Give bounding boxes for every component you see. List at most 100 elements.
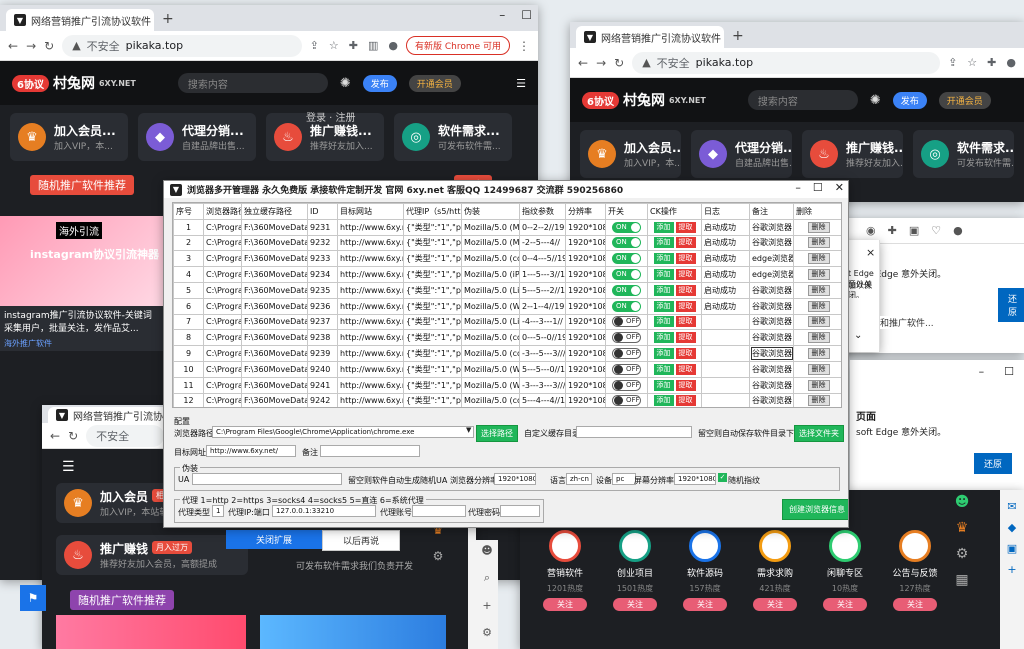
cell-ua[interactable]: Mozilla/5.0 (Linu <box>461 313 520 331</box>
follow-button[interactable]: 关注 <box>753 598 797 611</box>
extensions-icon[interactable]: ✚ <box>349 39 358 52</box>
table-row[interactable]: 10C:\ProgramF:\360MoveData9240http://www… <box>173 360 841 378</box>
cell-site[interactable]: http://www.6xy.ne <box>337 281 404 299</box>
cell-fp[interactable]: 5---4---4//1 <box>519 392 566 407</box>
category-card[interactable]: 创业项目 1501热度 关注 <box>606 530 664 611</box>
cell-res[interactable]: 1920*1080 <box>565 234 606 252</box>
cell-fp[interactable]: 0--2--2//19 <box>519 218 566 236</box>
cell-cache[interactable]: F:\360MoveData <box>241 234 308 252</box>
cell-cache[interactable]: F:\360MoveData <box>241 313 308 331</box>
cell-ua[interactable]: Mozilla/5.0 (con <box>461 392 520 407</box>
table-row[interactable]: 12C:\ProgramF:\360MoveData9242http://www… <box>173 392 841 407</box>
extract-cookie-button[interactable]: 提取 <box>675 332 696 344</box>
cell-id[interactable]: 9240 <box>307 360 338 378</box>
cell-id[interactable]: 9231 <box>307 218 338 236</box>
extract-cookie-button[interactable]: 提取 <box>675 316 696 328</box>
extensions-icon[interactable]: ✚ <box>987 56 996 69</box>
cell-cache[interactable]: F:\360MoveData <box>241 360 308 378</box>
cell-path[interactable]: C:\Program <box>203 345 242 362</box>
cell-site[interactable]: http://www.6xy.ne <box>337 392 404 407</box>
cell-fp[interactable]: 5---5---0//1 <box>519 360 566 378</box>
power-toggle[interactable]: ON <box>612 253 641 265</box>
cell-path[interactable]: C:\Program <box>203 376 242 394</box>
cell-site[interactable]: http://www.6xy.ne <box>337 360 404 378</box>
login-link[interactable]: 登录 · 注册 <box>306 109 356 124</box>
cell-proxy[interactable]: {"类型":"1","prox <box>403 234 462 252</box>
cell-id[interactable]: 9239 <box>307 345 338 362</box>
cell-note[interactable]: 谷歌浏览器 <box>749 234 794 252</box>
power-toggle[interactable]: OFF <box>612 395 641 407</box>
card-join-vip[interactable]: ♛ 加入会员... 加入VIP，本... <box>580 130 681 178</box>
header-menu-icon[interactable]: ☰ <box>516 77 526 90</box>
sidebar-icon[interactable]: ✉ <box>1007 500 1016 513</box>
add-cookie-button[interactable]: 添加 <box>653 316 674 328</box>
cell-note[interactable]: edge浏览器 <box>749 266 794 283</box>
cell-site[interactable]: http://www.6xy.ne <box>337 329 404 347</box>
power-toggle[interactable]: OFF <box>612 379 641 391</box>
group-icon[interactable]: ☻ <box>955 494 970 510</box>
cell-proxy[interactable]: {"类型":"1","prox <box>403 218 462 236</box>
site-search-input[interactable]: 搜索内容 <box>177 73 328 93</box>
bookmark-star-icon[interactable]: ☆ <box>329 39 339 52</box>
cell-res[interactable]: 1920*1080 <box>565 281 606 299</box>
update-chrome-button[interactable]: 有新版 Chrome 可用 <box>405 36 510 55</box>
delete-row-button[interactable]: 删除 <box>807 316 830 328</box>
language-input[interactable]: zh-cn <box>566 473 592 485</box>
table-row[interactable]: 2C:\ProgramF:\360MoveData9232http://www.… <box>173 234 841 252</box>
add-cookie-button[interactable]: 添加 <box>653 284 674 296</box>
screen-resolution-input[interactable]: 1920*1080 <box>674 473 716 485</box>
cell-site[interactable]: http://www.6xy.ne <box>337 234 404 252</box>
cell-cache[interactable]: F:\360MoveData <box>241 392 308 407</box>
custom-cache-input[interactable] <box>576 426 692 438</box>
table-row[interactable]: 5C:\ProgramF:\360MoveData9235http://www.… <box>173 281 841 299</box>
cell-ua[interactable]: Mozilla/5.0 (Lin, <box>461 281 520 299</box>
cell-path[interactable]: C:\Program <box>203 392 242 407</box>
cell-id[interactable]: 9237 <box>307 313 338 331</box>
power-toggle[interactable]: ON <box>612 269 641 281</box>
delete-row-button[interactable]: 删除 <box>807 395 830 407</box>
cell-fp[interactable]: 0--4---5//19 <box>519 250 566 268</box>
cell-site[interactable]: http://www.6xy.ne <box>337 250 404 268</box>
vip-button[interactable]: 开通会员 <box>938 91 991 109</box>
cell-ua[interactable]: Mozilla/5.0 (con <box>461 345 520 362</box>
back-icon[interactable]: ← <box>578 56 588 70</box>
add-cookie-button[interactable]: 添加 <box>653 379 674 391</box>
extract-cookie-button[interactable]: 提取 <box>675 253 696 265</box>
target-url-input[interactable]: http://www.6xy.net/ <box>206 445 296 457</box>
category-card[interactable]: 营销软件 1201热度 关注 <box>536 530 594 611</box>
cell-proxy[interactable]: {"类型":"1","prox <box>403 329 462 347</box>
theme-sun-icon[interactable]: ✺ <box>870 93 881 108</box>
resolution-input[interactable]: 1920*1080 <box>494 473 536 485</box>
cell-res[interactable]: 1920*1080 <box>565 218 606 236</box>
restore-button[interactable]: 还原 <box>974 453 1013 474</box>
address-bar[interactable]: ▲ 不安全 pikaka.top <box>62 34 302 57</box>
cell-ua[interactable]: Mozilla/5.0 (Mac <box>461 234 520 252</box>
cell-res[interactable]: 1920*1080 <box>565 250 606 268</box>
maximize-icon[interactable]: ☐ <box>813 181 823 194</box>
post-card[interactable]: 海外引流 instagram协议引流神器 instagram推广引流协议软件-关… <box>0 216 163 351</box>
bottom-card-promote[interactable]: ♨ 推广赚钱 推荐好友加入会员，高额提成 月入过万 <box>56 535 248 575</box>
cell-fp[interactable]: -3---5---3///1 <box>519 345 566 362</box>
recommend-title[interactable]: 随机推广软件推荐 <box>70 590 174 610</box>
maximize-icon[interactable]: ☐ <box>521 8 532 22</box>
cell-ua[interactable]: Mozilla/5.0 (Win <box>461 360 520 378</box>
cell-path[interactable]: C:\Program <box>203 234 242 252</box>
close-icon[interactable]: ✕ <box>835 181 844 194</box>
restore-button[interactable]: 还原 <box>998 288 1024 322</box>
extract-cookie-button[interactable]: 提取 <box>675 363 696 375</box>
cell-path[interactable]: C:\Program <box>203 250 242 268</box>
cell-fp[interactable]: 0---5--0//19 <box>519 329 566 347</box>
cell-path[interactable]: C:\Program <box>203 313 242 331</box>
add-cookie-button[interactable]: 添加 <box>653 253 674 265</box>
vip-button[interactable]: 开通会员 <box>408 74 461 92</box>
cell-proxy[interactable]: {"类型":"1","prox <box>403 376 462 394</box>
extract-cookie-button[interactable]: 提取 <box>675 237 696 249</box>
sidebar-icon[interactable]: ◆ <box>1008 521 1016 534</box>
ua-input[interactable] <box>192 473 342 485</box>
follow-button[interactable]: 关注 <box>893 598 937 611</box>
people-icon[interactable]: ☻ <box>481 544 492 557</box>
table-row[interactable]: 8C:\ProgramF:\360MoveData9238http://www.… <box>173 329 841 347</box>
proxy-ip-input[interactable]: 127.0.0.1:33210 <box>272 505 376 517</box>
cell-res[interactable]: 1920*1080 <box>565 345 606 362</box>
address-bar[interactable]: ▲ 不安全 pikaka.top <box>632 51 941 74</box>
